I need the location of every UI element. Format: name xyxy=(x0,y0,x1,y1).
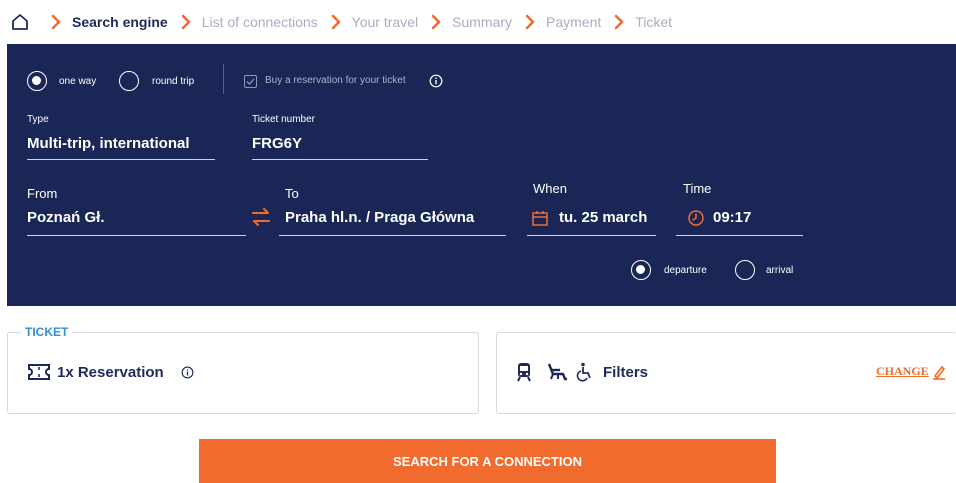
departure-label[interactable]: departure xyxy=(664,265,707,276)
ticket-number-label: Ticket number xyxy=(252,114,315,125)
chevron-right-icon xyxy=(181,14,191,30)
type-value[interactable]: Multi-trip, international xyxy=(27,135,190,152)
pencil-icon[interactable] xyxy=(932,364,946,380)
from-underline xyxy=(27,235,246,236)
chevron-right-icon xyxy=(331,14,340,30)
clock-icon[interactable] xyxy=(687,209,705,227)
from-input[interactable]: Poznań Gł. xyxy=(27,209,105,226)
type-underline xyxy=(27,159,215,160)
chevron-right-icon xyxy=(51,14,61,30)
from-label: From xyxy=(27,186,58,201)
breadcrumb-step-ticket: Ticket xyxy=(635,14,673,30)
time-input[interactable]: 09:17 xyxy=(713,209,751,226)
filters-label: Filters xyxy=(603,364,649,381)
chevron-right-icon xyxy=(525,14,535,30)
train-icon xyxy=(517,363,531,382)
reservation-checkbox-label[interactable]: Buy a reservation for your ticket xyxy=(265,75,406,86)
check-icon xyxy=(246,78,255,85)
wheelchair-icon xyxy=(576,362,591,382)
swap-icon[interactable] xyxy=(250,205,272,229)
breadcrumb-step-your-travel: Your travel xyxy=(351,14,419,30)
ticket-icon xyxy=(28,364,50,380)
ticket-number-underline xyxy=(252,159,428,160)
breadcrumb-step-payment: Payment xyxy=(546,14,602,30)
seat-icon xyxy=(547,363,567,381)
breadcrumb: Search engine List of connections Your t… xyxy=(10,10,672,34)
reservation-count[interactable]: 1x Reservation xyxy=(57,364,164,381)
round-trip-radio[interactable] xyxy=(119,71,139,91)
time-label: Time xyxy=(683,181,712,196)
ticket-legend: TICKET xyxy=(21,325,73,339)
to-label: To xyxy=(285,186,299,201)
reservation-checkbox[interactable] xyxy=(244,75,257,88)
breadcrumb-step-search-engine[interactable]: Search engine xyxy=(72,14,168,30)
arrival-label[interactable]: arrival xyxy=(766,265,793,276)
calendar-icon[interactable] xyxy=(531,209,549,227)
when-input[interactable]: tu. 25 march xyxy=(559,209,647,226)
breadcrumb-step-list-of-connections: List of connections xyxy=(201,14,318,30)
search-connection-button[interactable]: SEARCH FOR A CONNECTION xyxy=(199,439,776,483)
one-way-radio[interactable] xyxy=(27,71,47,91)
chevron-right-icon xyxy=(614,14,624,30)
to-underline xyxy=(279,235,506,236)
info-icon[interactable] xyxy=(429,74,443,88)
info-icon[interactable] xyxy=(181,366,194,379)
type-label: Type xyxy=(27,114,49,125)
change-filters-link[interactable]: CHANGE xyxy=(876,364,929,379)
when-underline xyxy=(527,235,656,236)
breadcrumb-step-summary: Summary xyxy=(452,14,512,30)
when-label: When xyxy=(533,181,567,196)
to-input[interactable]: Praha hl.n. / Praga Główna xyxy=(285,209,474,226)
round-trip-label[interactable]: round trip xyxy=(152,76,194,87)
ticket-number-input[interactable]: FRG6Y xyxy=(252,135,302,152)
one-way-label[interactable]: one way xyxy=(59,76,96,87)
home-icon[interactable] xyxy=(10,12,30,32)
chevron-right-icon xyxy=(431,14,441,30)
time-underline xyxy=(676,235,803,236)
arrival-radio[interactable] xyxy=(735,260,755,280)
departure-radio[interactable] xyxy=(631,260,651,280)
divider xyxy=(223,64,224,94)
search-panel: one way round trip Buy a reservation for… xyxy=(7,44,956,306)
